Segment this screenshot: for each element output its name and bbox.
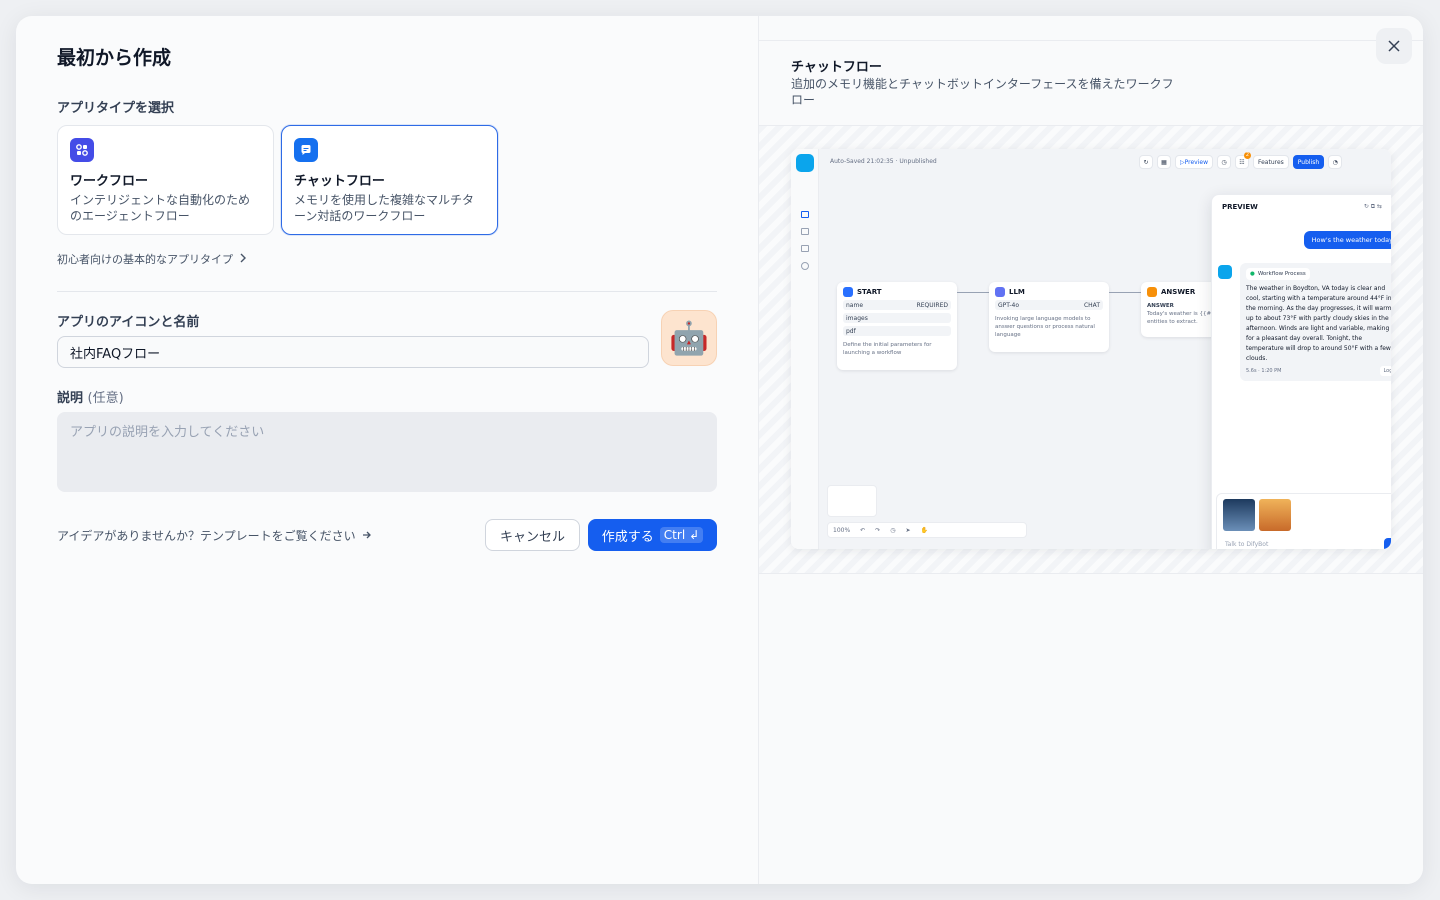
sidebar-icon [801,262,809,270]
sidebar-icon [801,228,809,235]
create-button-label: 作成する [601,529,654,545]
preview-description: 追加のメモリ機能とチャットボットインターフェースを備えたワークフロー [791,77,1174,107]
chevron-right-icon [239,253,247,266]
toolbar-icon: ◷ [1216,155,1231,169]
preview-button: ▷ Preview [1175,155,1213,169]
autosave-status: Auto-Saved 21:02:35 · Unpublished [830,158,937,165]
beginner-link-label: 初心者向けの基本的なアプリタイプ [57,253,233,266]
toolbar-icon: ☷ 2 [1234,152,1251,169]
llm-node: LLM GPT-4o CHAT Invoking large language m… [989,282,1109,352]
pointer-icon: ➤ [905,526,911,534]
attached-image [1259,499,1291,531]
canvas-controls: 100% ↶ ↷ ◷ ➤ ✋ [827,522,1027,538]
app-type-label: アプリタイプを選択 [57,101,175,116]
preview-image-area: Auto-Saved 21:02:35 · Unpublished ↻ ▦ ▷ … [759,125,1423,574]
app-name-input[interactable]: 社内FAQフロー [57,336,649,368]
shortcut-hint: Ctrl ↲ [659,527,704,543]
cancel-button[interactable]: キャンセル [485,519,580,551]
answer-icon [1147,287,1157,297]
check-icon: ● [1250,271,1255,277]
bot-logo-icon [796,154,814,172]
templates-link-label: アイデアがありませんか？テンプレートをご覧ください [57,529,356,543]
close-icon [1388,40,1400,52]
sidebar-icon [801,245,809,252]
create-app-modal: 最初から作成 アプリタイプを選択 ワークフロー インテリジェントな自動化のための… [16,16,1423,884]
home-icon [843,287,853,297]
sidebar-icon [801,211,809,218]
optional-hint: (任意) [87,391,124,406]
hand-icon: ✋ [920,526,928,534]
bot-message: ● Workflow Process The weather in Boydton… [1240,263,1391,381]
chatflow-screenshot: Auto-Saved 21:02:35 · Unpublished ↻ ▦ ▷ … [791,149,1391,549]
divider [57,291,717,292]
robot-icon: 🤖 [669,319,709,357]
workflow-icon [70,138,94,162]
icon-name-label: アプリのアイコンと名前 [57,315,200,330]
minimap [827,485,877,517]
attached-image [1223,499,1255,531]
toolbar-icon: ▦ [1157,155,1171,169]
templates-link[interactable]: アイデアがありませんか？テンプレートをご覧ください [57,527,372,544]
description-label-text: 説明 [57,391,84,406]
panel-actions: ↻ ⧉ ⇆ [1363,203,1382,210]
start-node: START name REQUIRED images pdf Define the… [837,282,957,370]
user-message: How's the weather today [1303,231,1391,249]
history-icon: ◷ [890,526,896,534]
preview-title: チャットフロー [791,60,882,75]
description-placeholder: アプリの説明を入力してください [70,425,265,440]
toolbar-icon: ↻ [1139,155,1153,169]
send-icon [1384,538,1391,549]
chat-input-placeholder: Talk to DifyBot [1225,541,1269,548]
create-form: 最初から作成 アプリタイプを選択 ワークフロー インテリジェントな自動化のための… [16,16,758,884]
preview-chat-panel: PREVIEW ↻ ⧉ ⇆ ✕ How's the weather today … [1211,194,1391,549]
app-type-chatflow-card[interactable]: チャットフロー メモリを使用した複雑なマルチターン対話のワークフロー [281,125,498,235]
variable-row: pdf [843,326,951,336]
edge [1109,292,1141,293]
notification-badge: 2 [1243,152,1251,159]
app-type-preview: チャットフロー 追加のメモリ機能とチャットボットインターフェースを備えたワークフ… [758,16,1423,884]
beginner-app-types-link[interactable]: 初心者向けの基本的なアプリタイプ [57,251,247,267]
model-row: GPT-4o CHAT [995,300,1103,310]
modal-title: 最初から作成 [57,47,172,69]
publish-button: Publish [1292,155,1325,169]
bot-message-text: The weather in Boydton, VA today is clea… [1246,285,1391,362]
app-type-title: チャットフロー [294,174,385,189]
features-button: Features [1252,155,1289,169]
description-textarea[interactable]: アプリの説明を入力してください [57,412,717,492]
message-meta: 5.6s · 1:20 PM [1246,368,1282,374]
shortcut-ctrl: Ctrl [663,528,686,542]
zoom-level: 100% [833,526,851,534]
redo-icon: ↷ [875,526,881,534]
app-icon-picker[interactable]: 🤖 [661,310,717,366]
answer-node: ANSWER ANSWER Today's weather is {{# ent… [1141,282,1221,337]
llm-icon [995,287,1005,297]
app-type-desc: メモリを使用した複雑なマルチターン対話のワークフロー [294,193,475,223]
app-type-title: ワークフロー [70,174,149,189]
create-button[interactable]: 作成する Ctrl ↲ [588,519,717,551]
variable-row: name REQUIRED [843,300,951,310]
mini-toolbar: ↻ ▦ ▷ Preview ◷ ☷ 2 Features Publish ◔ [1139,152,1343,169]
preview-panel-title: PREVIEW [1222,203,1258,211]
enter-key-icon: ↲ [689,528,700,542]
description-label: 説明 (任意) [57,387,124,406]
app-type-desc: インテリジェントな自動化のためのエージェントフロー [70,193,251,223]
close-button[interactable] [1376,28,1412,64]
logs-button: Logs [1380,366,1391,376]
app-type-workflow-card[interactable]: ワークフロー インテリジェントな自動化のためのエージェントフロー [57,125,274,235]
workflow-process-badge: ● Workflow Process [1246,268,1310,280]
variable-row: images [843,313,951,323]
divider [759,40,1423,41]
undo-icon: ↶ [860,526,866,534]
mini-sidebar [791,149,819,549]
history-icon: ◔ [1328,155,1343,169]
chatflow-icon [294,138,318,162]
arrow-right-icon [362,529,372,543]
edge [957,292,989,293]
bot-avatar-icon [1218,265,1232,279]
chat-input: Talk to DifyBot [1216,493,1391,549]
